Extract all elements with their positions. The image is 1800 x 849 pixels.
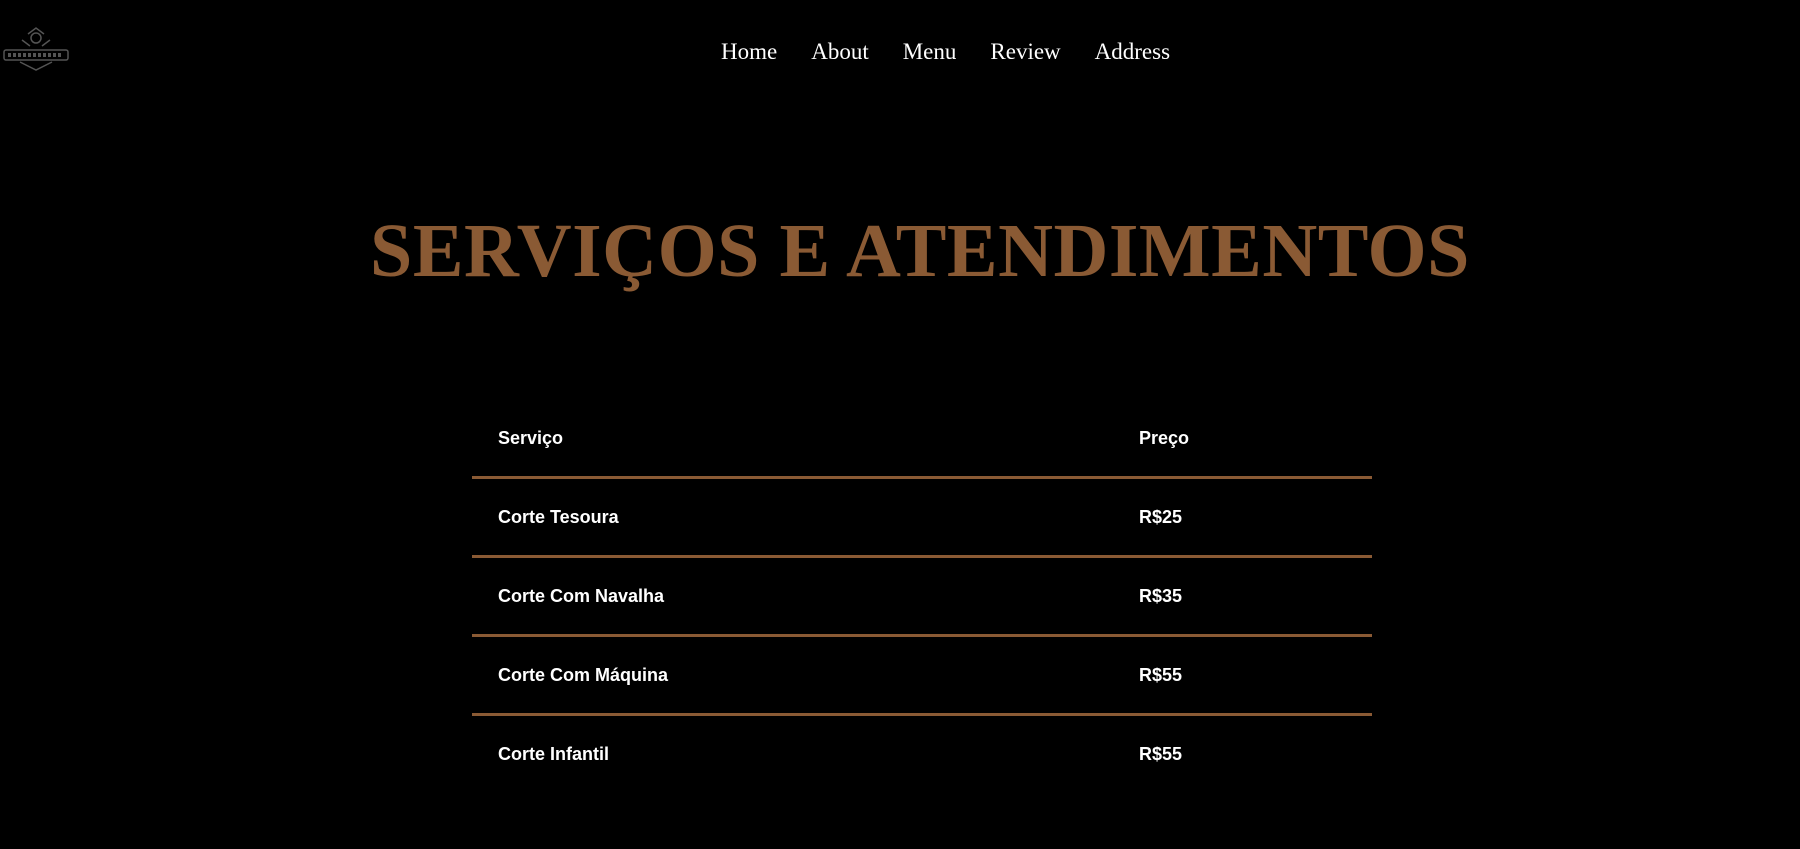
service-price: R$55 — [1139, 743, 1183, 764]
table-row: Corte Infantil R$55 — [472, 715, 1372, 793]
service-name: Corte Infantil — [498, 743, 609, 764]
table-row: Corte Com Navalha R$35 — [472, 556, 1372, 637]
barbershop-logo[interactable] — [0, 26, 72, 74]
service-price: R$25 — [1113, 477, 1372, 558]
table-row: Corte Com Máquina R$55 — [472, 635, 1372, 716]
nav-home-link[interactable]: Home — [721, 36, 777, 68]
table-row: Corte Tesoura R$25 — [472, 477, 1372, 558]
column-header-price: Preço — [1113, 400, 1372, 479]
nav-menu-link[interactable]: Menu — [903, 36, 957, 68]
service-price: R$35 — [1113, 556, 1372, 637]
nav-about-link[interactable]: About — [811, 36, 869, 68]
column-header-service: Serviço — [472, 400, 1113, 479]
page-title: SERVIÇOS E ATENDIMENTOS — [370, 209, 1470, 293]
service-name: Corte Com Navalha — [472, 556, 1113, 637]
service-name: Corte Tesoura — [472, 477, 1113, 558]
service-name: Corte Com Máquina — [472, 635, 1113, 716]
table-header-row: Serviço Preço — [472, 400, 1372, 479]
main-nav: Home About Menu Review Address — [721, 36, 1170, 68]
service-price: R$55 — [1113, 635, 1372, 716]
nav-address-link[interactable]: Address — [1095, 36, 1170, 68]
services-table: Serviço Preço Corte Tesoura R$25 Corte C… — [472, 400, 1372, 792]
nav-review-link[interactable]: Review — [990, 36, 1060, 68]
barbershop-logo-icon — [3, 27, 69, 71]
